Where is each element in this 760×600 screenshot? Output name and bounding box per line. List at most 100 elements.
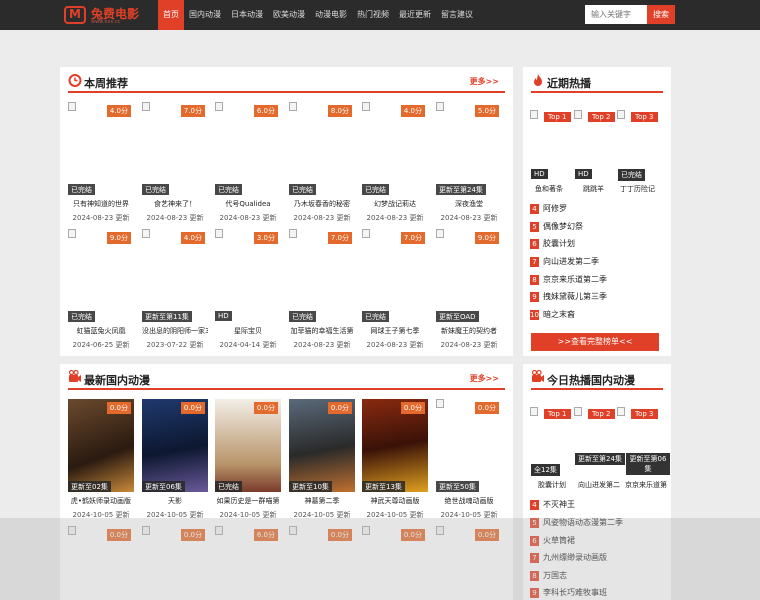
thumbnail[interactable]: 9.0分 已完结 bbox=[68, 229, 134, 322]
card-title[interactable]: 网球王子第七季 bbox=[362, 326, 428, 336]
thumbnail[interactable]: 7.0分 已完结 bbox=[362, 229, 428, 322]
card-title[interactable]: 星际宝贝 bbox=[215, 326, 281, 336]
nav-feedback[interactable]: 留言建议 bbox=[436, 0, 478, 30]
rank-name[interactable]: 向山进发第二季 bbox=[543, 256, 599, 267]
hot-top-card[interactable]: Top 3 bbox=[617, 110, 661, 160]
today-top-card[interactable]: Top 2 bbox=[574, 407, 618, 457]
card-date: 2023-07-22 更新 bbox=[146, 341, 204, 349]
card-title[interactable]: 虹猫蓝兔火凤凰 bbox=[68, 326, 134, 336]
card-title[interactable]: 绝世战魂动画版 bbox=[436, 496, 502, 506]
top-item-name[interactable]: 丁丁历险记 bbox=[620, 184, 655, 194]
score-badge: 6.0分 bbox=[253, 105, 278, 117]
thumbnail[interactable]: 9.0分 更新至OAD bbox=[436, 229, 502, 322]
thumbnail[interactable]: 0.0分 更新至50集 bbox=[436, 399, 502, 492]
top-item-name[interactable]: 跳跳羊 bbox=[583, 184, 604, 194]
thumbnail[interactable]: 7.0分 已完结 bbox=[142, 102, 208, 195]
latest-more-link[interactable]: 更多>> bbox=[470, 373, 499, 384]
score-badge: 0.0分 bbox=[400, 402, 425, 414]
thumbnail[interactable]: 0.0分 已完结 bbox=[215, 399, 281, 492]
rank-name[interactable]: 胶囊计划 bbox=[543, 238, 575, 249]
broken-image-icon bbox=[617, 407, 625, 416]
card-title[interactable]: 没出息的阴阳师一家3 bbox=[142, 326, 208, 336]
rank-number: 6 bbox=[530, 239, 539, 249]
score-badge: 9.0分 bbox=[106, 232, 131, 244]
nav-japanese[interactable]: 日本动漫 bbox=[226, 0, 268, 30]
hot-title-bar: 近期热播 bbox=[531, 73, 663, 93]
card-title[interactable]: 代号Qualidea bbox=[215, 199, 281, 209]
weekly-title: 本周推荐 bbox=[84, 77, 128, 90]
broken-image-icon bbox=[574, 110, 582, 119]
status-badge: 全12集 bbox=[531, 464, 560, 476]
top-item-name[interactable]: 胶囊计划 bbox=[538, 480, 566, 490]
top-item-name[interactable]: 鱼和著条 bbox=[535, 184, 563, 194]
logo-url: www.xxx.cc bbox=[91, 19, 121, 25]
nav-recent[interactable]: 最近更新 bbox=[394, 0, 436, 30]
top-rank-tag: Top 1 bbox=[544, 409, 571, 419]
card-title[interactable]: 加菲猫的幸福生活第 bbox=[289, 326, 355, 336]
card-title[interactable]: 食艺神来了！ bbox=[142, 199, 208, 209]
status-badge: 已完结 bbox=[68, 184, 95, 195]
thumbnail[interactable]: 8.0分已完结 bbox=[289, 102, 355, 195]
broken-image-icon bbox=[68, 229, 76, 238]
card-title[interactable]: 如果历史是一群喵第 bbox=[215, 496, 281, 506]
status-badge: 更新至第24集 bbox=[575, 453, 625, 465]
clock-icon bbox=[68, 74, 82, 87]
main-nav: 首页 国内动漫 日本动漫 欧美动漫 动漫电影 热门视频 最近更新 留言建议 bbox=[158, 0, 478, 30]
today-top-card[interactable]: Top 3 bbox=[617, 407, 661, 457]
card-title[interactable]: 新妹魔王的契约者 bbox=[436, 326, 502, 336]
status-badge: 已完结 bbox=[215, 481, 242, 492]
full-ranking-button[interactable]: >>查看完整榜单<< bbox=[531, 333, 659, 351]
score-badge: 4.0分 bbox=[180, 232, 205, 244]
card-title[interactable]: 深夜渔堂 bbox=[436, 199, 502, 209]
rank-name[interactable]: 阿修罗 bbox=[543, 203, 567, 214]
card-date: 2024-08-23 更新 bbox=[146, 214, 204, 222]
rank-name[interactable]: 暗之末裔 bbox=[543, 309, 575, 320]
thumbnail[interactable]: 4.0分 更新至第11集 bbox=[142, 229, 208, 322]
card-title[interactable]: 只有神知道的世界 bbox=[68, 199, 134, 209]
card-title[interactable]: 乃木坂春香的秘密 bbox=[289, 199, 355, 209]
thumbnail[interactable]: 3.0分 HD bbox=[215, 229, 281, 322]
today-top-card[interactable]: Top 1 bbox=[530, 407, 574, 457]
hot-top-card[interactable]: Top 1 bbox=[530, 110, 574, 160]
card-date: 2024-08-23 更新 bbox=[293, 214, 351, 222]
top-navbar: M 兔费电影 www.xxx.cc 首页 国内动漫 日本动漫 欧美动漫 动漫电影… bbox=[0, 0, 760, 30]
thumbnail[interactable]: 0.0分 更新至13集 bbox=[362, 399, 428, 492]
thumbnail[interactable]: 4.0分 已完结 bbox=[68, 102, 134, 195]
thumbnail[interactable]: 4.0分 已完结 bbox=[362, 102, 428, 195]
rank-name[interactable]: 偶像梦幻祭 bbox=[543, 221, 583, 232]
card-title[interactable]: 神武天尊动画版 bbox=[362, 496, 428, 506]
weekly-more-link[interactable]: 更多>> bbox=[470, 76, 499, 87]
hot-top-card[interactable]: Top 2 bbox=[574, 110, 618, 160]
thumbnail[interactable]: 6.0分 已完结 bbox=[215, 102, 281, 195]
nav-movies[interactable]: 动漫电影 bbox=[310, 0, 352, 30]
thumbnail[interactable]: 7.0分 已完结 bbox=[289, 229, 355, 322]
thumbnail[interactable]: 0.0分 更新至02集 bbox=[68, 399, 134, 492]
rank-name[interactable]: 不灭神王 bbox=[543, 499, 575, 510]
rank-name[interactable]: 拽妹黛薇儿第三季 bbox=[543, 291, 607, 302]
thumbnail[interactable]: 5.0分 更新至第24集 bbox=[436, 102, 502, 195]
nav-hot-videos[interactable]: 热门视频 bbox=[352, 0, 394, 30]
rank-name[interactable]: 京京来乐道第二季 bbox=[543, 274, 607, 285]
search-input[interactable] bbox=[585, 5, 647, 24]
broken-image-icon bbox=[142, 229, 150, 238]
thumbnail[interactable]: 0.0分 更新至10集 bbox=[289, 399, 355, 492]
top-item-name[interactable]: 向山进发第二 bbox=[578, 480, 620, 490]
rank-number: 9 bbox=[530, 292, 539, 302]
quality-badge: HD bbox=[531, 169, 548, 179]
card-title[interactable]: 天影 bbox=[142, 496, 208, 506]
nav-home[interactable]: 首页 bbox=[158, 0, 184, 30]
thumbnail[interactable]: 0.0分 更新至06集 bbox=[142, 399, 208, 492]
card-title[interactable]: 神墓第二季 bbox=[289, 496, 355, 506]
score-badge: 8.0分 bbox=[327, 105, 352, 117]
broken-image-icon bbox=[142, 102, 150, 111]
top-rank-tag: Top 1 bbox=[544, 112, 571, 122]
nav-domestic[interactable]: 国内动漫 bbox=[184, 0, 226, 30]
search-button[interactable]: 搜索 bbox=[647, 5, 675, 24]
card-title[interactable]: 虎•鹤妖师录动画版 bbox=[68, 496, 134, 506]
status-badge: 已完结 bbox=[362, 311, 389, 322]
card-date: 2024-08-23 更新 bbox=[72, 214, 130, 222]
card-title[interactable]: 幻梦战记莉达 bbox=[362, 199, 428, 209]
nav-western[interactable]: 欧美动漫 bbox=[268, 0, 310, 30]
status-badge: 已完结 bbox=[289, 184, 316, 195]
top-item-name[interactable]: 京京来乐道第 bbox=[625, 480, 667, 490]
